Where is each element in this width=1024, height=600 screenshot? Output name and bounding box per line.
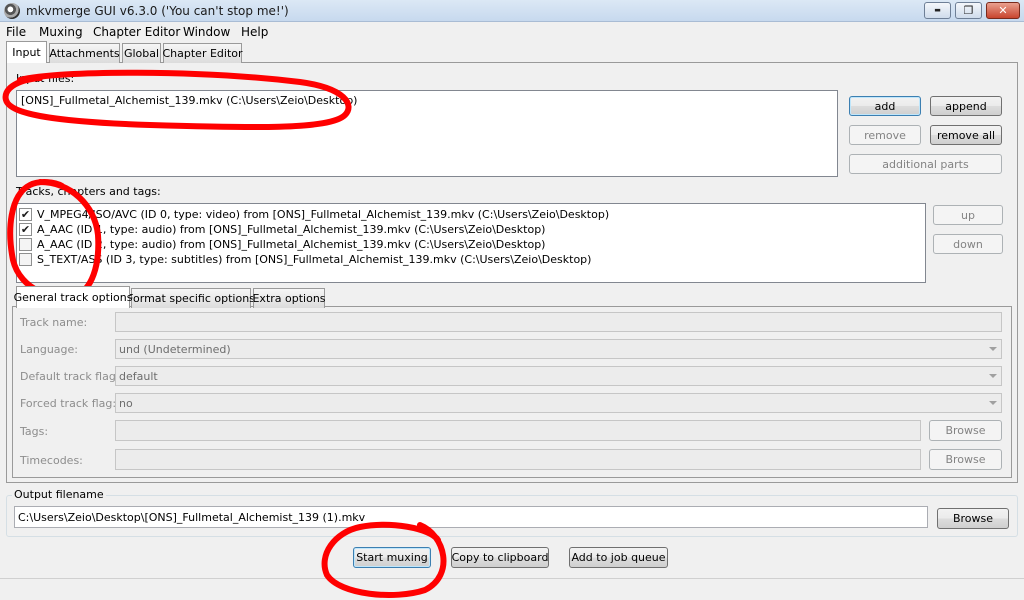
chevron-down-icon <box>989 401 997 405</box>
tags-input[interactable] <box>115 420 921 441</box>
tab-general-track-options[interactable]: General track options <box>14 286 132 308</box>
forced-flag-value: no <box>119 396 133 410</box>
chevron-down-icon <box>989 347 997 351</box>
menu-muxing[interactable]: Muxing <box>39 25 83 39</box>
remove-button[interactable]: remove <box>849 125 921 145</box>
track-text: A_AAC (ID 2, type: audio) from [ONS]_Ful… <box>37 238 546 251</box>
chevron-down-icon <box>989 374 997 378</box>
output-filename-input[interactable]: C:\Users\Zeio\Desktop\[ONS]_Fullmetal_Al… <box>14 506 928 528</box>
timecodes-label: Timecodes: <box>20 454 83 467</box>
remove-all-button[interactable]: remove all <box>930 125 1002 145</box>
minimize-icon: ▬ <box>934 6 941 14</box>
language-value: und (Undetermined) <box>119 342 231 356</box>
app-icon <box>4 3 20 19</box>
input-files-list[interactable]: [ONS]_Fullmetal_Alchemist_139.mkv (C:\Us… <box>16 90 838 177</box>
forced-track-flag-label: Forced track flag: <box>20 397 117 410</box>
track-checkbox-1[interactable]: ✔ <box>19 223 32 236</box>
append-button[interactable]: append <box>930 96 1002 116</box>
output-filename-label: Output filename <box>12 488 106 501</box>
timecodes-input[interactable] <box>115 449 921 470</box>
checkmark-icon: ✔ <box>20 223 31 236</box>
tracks-label: Tracks, chapters and tags: <box>16 185 161 198</box>
tags-browse-button[interactable]: Browse <box>929 420 1002 441</box>
tab-attachments[interactable]: Attachments <box>49 43 120 63</box>
add-to-job-queue-button[interactable]: Add to job queue <box>569 547 668 568</box>
input-file-item[interactable]: [ONS]_Fullmetal_Alchemist_139.mkv (C:\Us… <box>21 94 357 107</box>
status-bar <box>0 578 1024 600</box>
menu-file[interactable]: File <box>6 25 26 39</box>
track-text: S_TEXT/ASS (ID 3, type: subtitles) from … <box>37 253 592 266</box>
language-select[interactable]: und (Undetermined) <box>115 339 1002 359</box>
track-row-audio-1[interactable]: ✔ A_AAC (ID 1, type: audio) from [ONS]_F… <box>19 222 545 237</box>
menu-window[interactable]: Window <box>183 25 230 39</box>
tags-label: Tags: <box>20 425 49 438</box>
default-track-flag-label: Default track flag: <box>20 370 120 383</box>
track-text: V_MPEG4/ISO/AVC (ID 0, type: video) from… <box>37 208 610 221</box>
move-up-button[interactable]: up <box>933 205 1003 225</box>
minimize-button[interactable]: ▬ <box>924 2 951 19</box>
timecodes-browse-button[interactable]: Browse <box>929 449 1002 470</box>
track-row-subtitles[interactable]: S_TEXT/ASS (ID 3, type: subtitles) from … <box>19 252 591 267</box>
tab-format-specific-options[interactable]: Format specific options <box>127 288 255 308</box>
track-name-input[interactable] <box>115 312 1002 332</box>
track-row-audio-2[interactable]: A_AAC (ID 2, type: audio) from [ONS]_Ful… <box>19 237 545 252</box>
output-browse-button[interactable]: Browse <box>937 508 1009 529</box>
input-files-label: Input files: <box>16 72 75 85</box>
track-row-video[interactable]: ✔ V_MPEG4/ISO/AVC (ID 0, type: video) fr… <box>19 207 609 222</box>
tab-chapter-editor[interactable]: Chapter Editor <box>162 43 243 63</box>
tracks-list[interactable]: ✔ V_MPEG4/ISO/AVC (ID 0, type: video) fr… <box>16 203 926 283</box>
track-name-label: Track name: <box>20 316 88 329</box>
menu-chapter-editor[interactable]: Chapter Editor <box>93 25 180 39</box>
close-button[interactable]: ✕ <box>986 2 1020 19</box>
track-text: A_AAC (ID 1, type: audio) from [ONS]_Ful… <box>37 223 546 236</box>
language-label: Language: <box>20 343 78 356</box>
checkmark-icon: ✔ <box>20 208 31 221</box>
tab-extra-options[interactable]: Extra options <box>252 288 326 308</box>
track-checkbox-2[interactable] <box>19 238 32 251</box>
additional-parts-button[interactable]: additional parts <box>849 154 1002 174</box>
default-flag-value: default <box>119 369 158 383</box>
restore-icon: ❐ <box>963 4 974 17</box>
tab-input[interactable]: Input <box>6 41 47 63</box>
start-muxing-button[interactable]: Start muxing <box>353 547 431 568</box>
default-track-flag-select[interactable]: default <box>115 366 1002 386</box>
copy-to-clipboard-button[interactable]: Copy to clipboard <box>451 547 549 568</box>
track-checkbox-3[interactable] <box>19 253 32 266</box>
add-button[interactable]: add <box>849 96 921 116</box>
forced-track-flag-select[interactable]: no <box>115 393 1002 413</box>
window-title: mkvmerge GUI v6.3.0 ('You can't stop me!… <box>26 4 289 18</box>
tab-global[interactable]: Global <box>122 43 161 63</box>
move-down-button[interactable]: down <box>933 234 1003 254</box>
track-checkbox-0[interactable]: ✔ <box>19 208 32 221</box>
menu-help[interactable]: Help <box>241 25 268 39</box>
maximize-button[interactable]: ❐ <box>955 2 982 19</box>
close-icon: ✕ <box>998 4 1008 17</box>
